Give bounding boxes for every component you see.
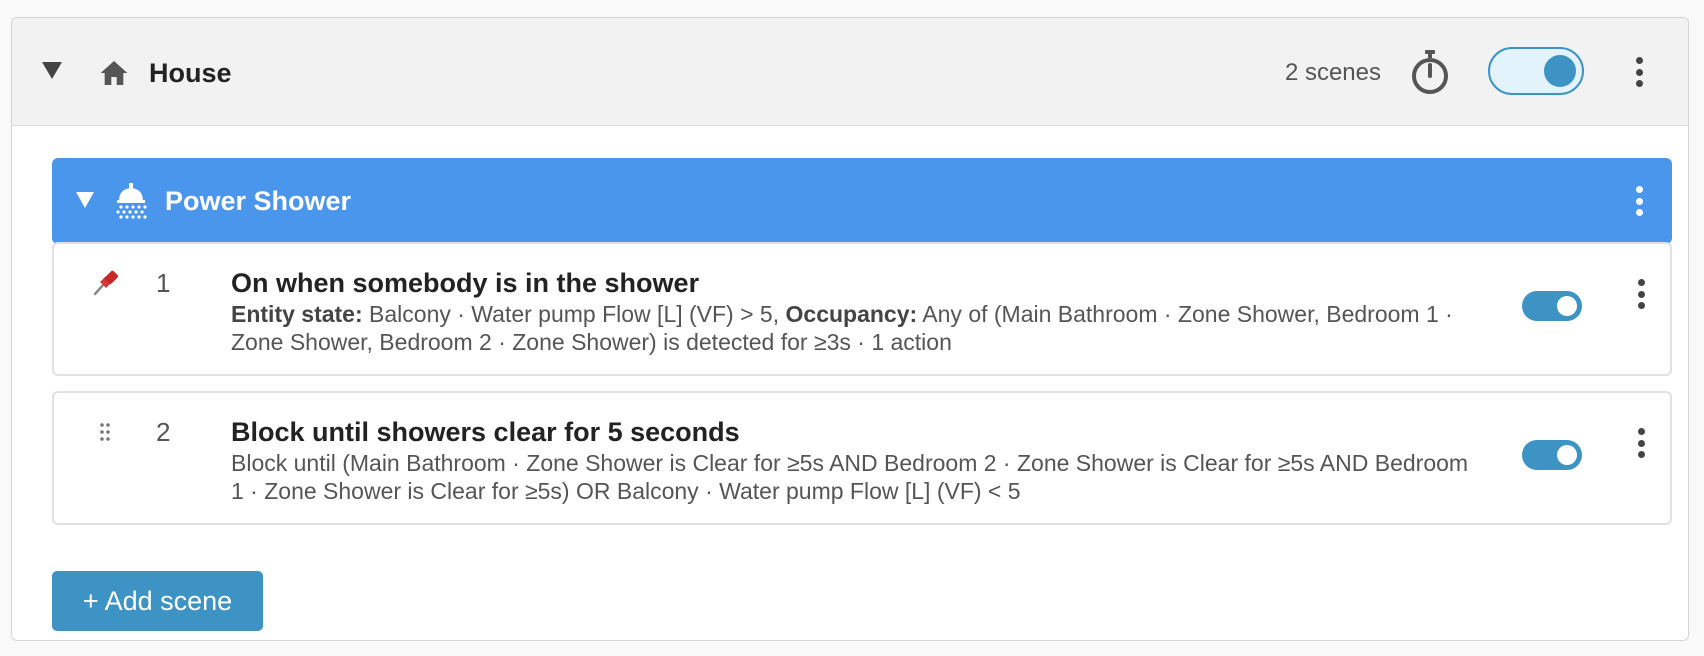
- scene-more-menu-icon[interactable]: [1633, 274, 1649, 314]
- scene-row-2[interactable]: 2 Block until showers clear for 5 second…: [52, 391, 1672, 525]
- scene-title: On when somebody is in the shower: [231, 268, 700, 298]
- group-title: Power Shower: [165, 186, 352, 216]
- home-icon: [100, 61, 128, 85]
- house-card: House 2 scenes Power Shower 1 On when so…: [11, 17, 1689, 641]
- scene-description: Block until (Main Bathroom · Zone Shower…: [231, 449, 1471, 505]
- house-enable-toggle[interactable]: [1488, 47, 1584, 95]
- scene-desc-text: Balcony · Water pump Flow [L] (VF) > 5,: [362, 301, 786, 327]
- pin-icon: [93, 270, 118, 296]
- group-collapse-caret-icon[interactable]: [76, 192, 94, 208]
- scene-description: Entity state: Balcony · Water pump Flow …: [231, 300, 1471, 356]
- toggle-knob: [1557, 296, 1577, 316]
- scene-desc-label: Entity state:: [231, 301, 363, 327]
- scene-count: 2 scenes: [1284, 59, 1381, 86]
- drag-handle-icon[interactable]: [98, 421, 112, 443]
- scene-desc-label: Occupancy:: [785, 301, 918, 327]
- scene-number: 1: [156, 268, 171, 298]
- scene-row-1[interactable]: 1 On when somebody is in the shower Enti…: [52, 242, 1672, 376]
- timer-icon[interactable]: [1408, 48, 1452, 96]
- group-bar-power-shower[interactable]: Power Shower: [52, 158, 1672, 244]
- scene-number: 2: [156, 417, 171, 447]
- card-header: House 2 scenes: [12, 18, 1688, 126]
- scene-more-menu-icon[interactable]: [1633, 423, 1649, 463]
- group-more-menu-icon[interactable]: [1631, 181, 1647, 221]
- scene-enable-toggle[interactable]: [1522, 291, 1582, 321]
- toggle-knob: [1557, 445, 1577, 465]
- toggle-knob: [1544, 55, 1576, 87]
- page-title: House: [149, 58, 232, 88]
- scene-desc-text: Block until (Main Bathroom · Zone Shower…: [231, 450, 1469, 504]
- collapse-caret-icon[interactable]: [42, 62, 62, 79]
- scene-enable-toggle[interactable]: [1522, 440, 1582, 470]
- add-scene-button[interactable]: + Add scene: [52, 571, 263, 631]
- scene-title: Block until showers clear for 5 seconds: [231, 417, 740, 447]
- shower-icon: [116, 183, 147, 219]
- house-more-menu-icon[interactable]: [1631, 52, 1647, 92]
